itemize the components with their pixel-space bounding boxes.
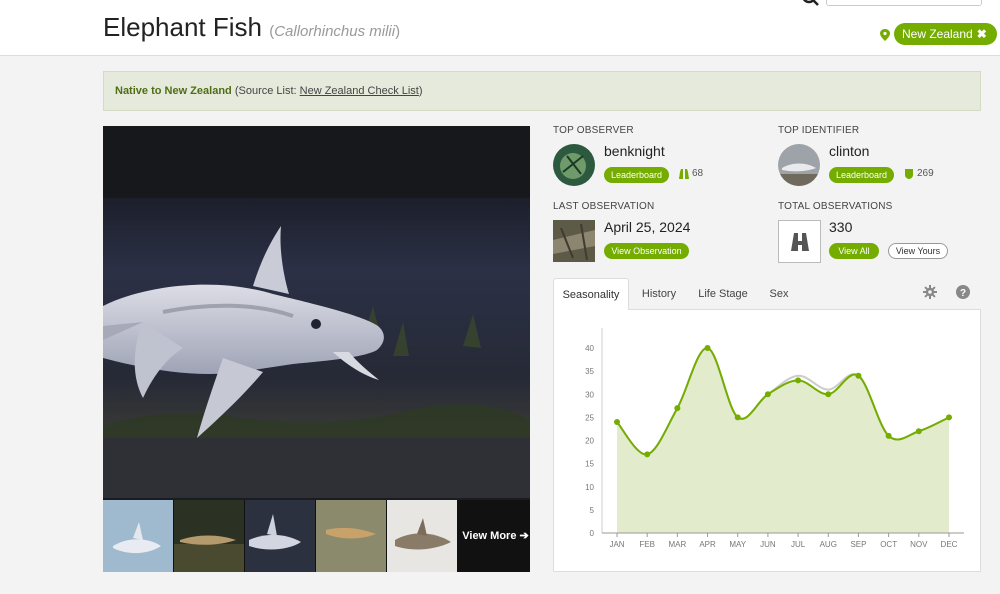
chart-tabs: Seasonality History Life Stage Sex ? [553,278,981,311]
y-tick-label: 0 [590,529,595,538]
data-point [885,432,892,439]
data-point [825,391,832,398]
view-all-button[interactable]: View All [829,243,879,259]
total-observations-label: TOTAL OBSERVATIONS [778,201,893,212]
binoculars-icon [791,233,809,251]
source-prefix: (Source List: [234,85,300,97]
gear-icon[interactable] [923,285,937,299]
observations-icon-box[interactable] [778,220,821,263]
data-point [734,414,741,421]
photo-thumbnail[interactable] [245,500,315,572]
view-yours-button[interactable]: View Yours [888,243,948,259]
total-observations-count: 330 [829,219,853,235]
map-pin-icon [880,29,890,41]
view-more-link[interactable]: View More ➔ [461,500,530,572]
view-more-label: View More [462,530,517,542]
photo-thumbnail[interactable] [316,500,386,572]
search-input[interactable] [826,0,982,6]
arrow-circle-right-icon: ➔ [519,530,529,542]
last-observation-date: April 25, 2024 [604,219,691,235]
badge-icon [905,169,913,179]
y-tick-label: 25 [585,413,594,422]
photo-thumbnail[interactable] [387,500,457,572]
help-icon[interactable]: ? [956,285,970,299]
observer-leaderboard-button[interactable]: Leaderboard [604,167,669,183]
last-observation-thumbnail[interactable] [553,220,595,262]
y-tick-label: 35 [585,367,594,376]
avatar[interactable] [778,144,820,186]
place-filter-pill[interactable]: New Zealand ✖ [894,23,997,45]
top-observer-name[interactable]: benknight [604,143,665,159]
search-icon[interactable] [800,0,820,6]
y-tick-label: 15 [585,460,594,469]
svg-text:?: ? [960,288,966,299]
tab-seasonality[interactable]: Seasonality [553,278,629,311]
last-observation-label: LAST OBSERVATION [553,201,655,212]
source-list-link[interactable]: New Zealand Check List [300,85,419,97]
avatar[interactable] [553,144,595,186]
y-tick-label: 10 [585,483,594,492]
thumbnail-strip: View More ➔ [103,500,530,572]
x-tick-label: AUG [820,540,837,549]
common-name: Elephant Fish [103,12,262,42]
identifier-leaderboard-button[interactable]: Leaderboard [829,167,894,183]
top-observer-label: TOP OBSERVER [553,125,634,136]
x-tick-label: DEC [941,540,958,549]
binoculars-icon [679,169,689,179]
x-tick-label: FEB [639,540,655,549]
data-point [674,405,681,412]
main-photo[interactable] [103,126,530,498]
x-tick-label: JUL [791,540,806,549]
taxon-header: Elephant Fish (Callorhinchus milii) New … [0,0,1000,56]
tab-history[interactable]: History [633,278,685,310]
top-observer-count: 68 [692,168,704,179]
tab-life-stage[interactable]: Life Stage [693,278,753,310]
y-tick-label: 40 [585,344,594,353]
x-tick-label: SEP [850,540,866,549]
data-point [764,391,771,398]
top-identifier-name[interactable]: clinton [829,143,869,159]
x-tick-label: MAY [729,540,746,549]
close-icon[interactable]: ✖ [977,27,987,41]
data-point [915,428,922,435]
x-tick-label: JAN [609,540,624,549]
photo-viewer: View More ➔ [103,126,530,572]
x-tick-label: APR [699,540,716,549]
establishment-banner: Native to New Zealand (Source List: New … [103,71,981,111]
view-observation-button[interactable]: View Observation [604,243,689,259]
x-tick-label: OCT [880,540,897,549]
establishment-status: Native to New Zealand [115,85,232,97]
top-identifier-label: TOP IDENTIFIER [778,125,860,136]
data-point [795,377,802,384]
data-point [704,345,711,351]
data-point [614,419,620,425]
x-tick-label: MAR [668,540,686,549]
seasonality-chart: 0 5 10 15 20 25 30 35 40 JAN FEB MAR APR MAY JUN JUL AUG… [585,328,964,549]
y-tick-label: 5 [590,506,595,515]
source-suffix: ) [418,85,423,97]
data-point [644,451,651,458]
y-tick-label: 30 [585,390,594,399]
data-point [946,414,952,421]
top-identifier-count: 269 [917,168,934,179]
x-tick-label: NOV [910,540,928,549]
place-filter-label: New Zealand [902,27,973,41]
photo-thumbnail[interactable] [103,500,173,572]
photo-thumbnail[interactable] [174,500,244,572]
y-tick-label: 20 [585,437,594,446]
page-title: Elephant Fish (Callorhinchus milii) [103,12,401,42]
data-point [855,372,862,379]
seasonality-chart-panel: 0 5 10 15 20 25 30 35 40 JAN FEB MAR APR MAY JUN JUL AUG… [553,310,981,572]
scientific-name: Callorhinchus milii [274,23,396,40]
x-tick-label: JUN [760,540,776,549]
series-area [617,347,949,533]
tab-sex[interactable]: Sex [763,278,795,310]
